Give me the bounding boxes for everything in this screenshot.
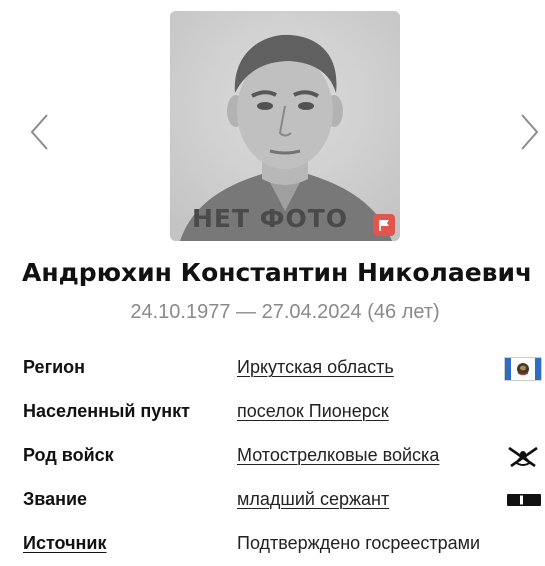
detail-label: Регион: [23, 357, 85, 377]
detail-label: Источник: [23, 533, 107, 553]
region-link[interactable]: Иркутская область: [237, 357, 394, 378]
source-value: Подтверждено госреестрами: [237, 533, 481, 553]
detail-label: Род войск: [23, 445, 114, 465]
settlement-link[interactable]: поселок Пионерск: [237, 401, 389, 422]
detail-row-settlement: Населенный пункт поселок Пионерск: [0, 390, 545, 434]
profile-photo: НЕТ ФОТО: [170, 11, 400, 241]
chevron-right-icon[interactable]: [517, 112, 541, 152]
detail-row-rank: Звание младший сержант: [0, 478, 545, 522]
rank-link[interactable]: младший сержант: [237, 489, 389, 510]
detail-row-branch: Род войск Мотострелковые войска: [0, 434, 545, 478]
no-photo-caption: НЕТ ФОТО: [191, 204, 349, 233]
rank-insignia-icon: [503, 486, 543, 514]
detail-label: Населенный пункт: [23, 401, 191, 421]
irkutsk-flag-icon: [503, 354, 543, 382]
person-name: Андрюхин Константин Николаевич: [22, 258, 533, 287]
flag-icon[interactable]: [373, 214, 395, 236]
detail-label: Звание: [23, 489, 88, 509]
life-dates: 24.10.1977 — 27.04.2024 (46 лет): [130, 301, 440, 323]
photo-carousel: НЕТ ФОТО: [0, 0, 545, 250]
motor-rifle-emblem-icon: [503, 442, 543, 470]
detail-row-source: Источник Подтверждено госреестрами: [0, 522, 545, 566]
detail-row-region: Регион Иркутская область: [0, 346, 545, 390]
chevron-left-icon[interactable]: [28, 112, 52, 152]
branch-link[interactable]: Мотострелковые войска: [237, 445, 439, 466]
